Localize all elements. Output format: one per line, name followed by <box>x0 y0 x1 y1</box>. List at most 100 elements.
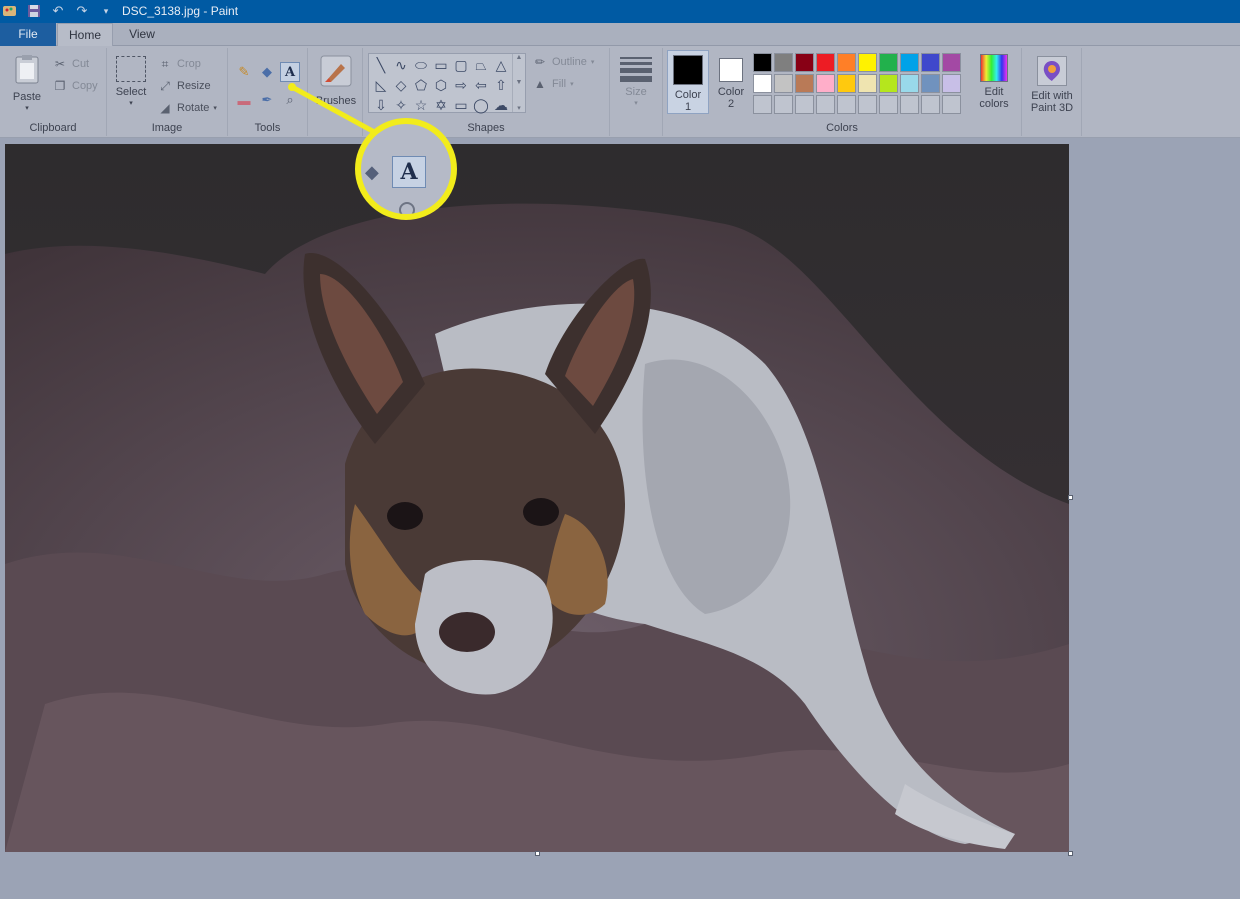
resize-button[interactable]: ⤢ Resize <box>157 78 210 94</box>
paste-button[interactable]: Paste ▾ <box>8 54 46 115</box>
right-arrow-shape-icon[interactable]: ⇨ <box>451 75 471 95</box>
rounded-callout-shape-icon[interactable]: ▭ <box>451 95 471 115</box>
palette-swatch-empty[interactable] <box>753 95 772 114</box>
scroll-up-icon[interactable]: ▲ <box>516 54 523 61</box>
palette-swatch[interactable] <box>795 74 814 93</box>
select-dropdown-icon[interactable]: ▾ <box>113 98 149 110</box>
resize-handle-bottom[interactable] <box>535 851 540 856</box>
text-tool-zoom-callout: ◆ A <box>355 118 457 220</box>
color2-selector[interactable]: Color 2 <box>710 50 752 114</box>
palette-swatch[interactable] <box>921 74 940 93</box>
palette-swatch[interactable] <box>753 74 772 93</box>
palette-swatch[interactable] <box>858 74 877 93</box>
expand-gallery-icon[interactable]: ▾ <box>517 104 521 112</box>
right-triangle-shape-icon[interactable]: ◺ <box>371 75 391 95</box>
palette-swatch[interactable] <box>795 53 814 72</box>
palette-swatch[interactable] <box>942 74 961 93</box>
paste-dropdown-icon[interactable]: ▾ <box>8 103 46 115</box>
palette-swatch[interactable] <box>816 74 835 93</box>
outline-button[interactable]: ✏ Outline ▾ <box>532 54 594 70</box>
color1-swatch <box>673 55 703 85</box>
palette-swatch[interactable] <box>837 74 856 93</box>
color-picker-icon[interactable]: ✒ <box>257 90 277 110</box>
paint-app-icon[interactable] <box>2 3 18 19</box>
customize-quick-access-icon[interactable]: ▾ <box>98 3 114 19</box>
cut-button[interactable]: ✂ Cut <box>52 56 89 72</box>
edit-colors-label-1: Edit <box>984 86 1004 98</box>
palette-swatch[interactable] <box>879 74 898 93</box>
color1-selector[interactable]: Color 1 <box>667 50 709 114</box>
palette-swatch[interactable] <box>816 53 835 72</box>
eraser-icon[interactable]: ▬ <box>234 90 254 110</box>
save-icon[interactable] <box>26 3 42 19</box>
cloud-callout-shape-icon[interactable]: ☁ <box>491 95 511 115</box>
six-point-star-shape-icon[interactable]: ✡ <box>431 95 451 115</box>
resize-handle-right[interactable] <box>1068 495 1073 500</box>
size-button[interactable]: Size ▾ <box>616 54 656 110</box>
up-arrow-shape-icon[interactable]: ⇧ <box>491 75 511 95</box>
tab-view[interactable]: View <box>114 23 170 46</box>
text-tool-icon[interactable]: A <box>280 62 300 82</box>
copy-button[interactable]: ❐ Copy <box>52 78 98 94</box>
tab-file[interactable]: File <box>0 23 56 46</box>
palette-swatch[interactable] <box>879 53 898 72</box>
down-arrow-shape-icon[interactable]: ⇩ <box>371 95 391 115</box>
palette-swatch[interactable] <box>900 53 919 72</box>
palette-swatch[interactable] <box>900 74 919 93</box>
cut-label: Cut <box>72 58 90 70</box>
edit-colors-button[interactable]: Edit colors <box>974 54 1014 110</box>
size-group: Size ▾ <box>610 48 663 136</box>
edit-with-paint3d-button[interactable]: Edit with Paint 3D <box>1024 56 1080 114</box>
left-arrow-shape-icon[interactable]: ⇦ <box>471 75 491 95</box>
undo-icon[interactable]: ↶ <box>50 3 66 19</box>
palette-swatch-empty[interactable] <box>795 95 814 114</box>
tab-home[interactable]: Home <box>57 23 113 46</box>
rounded-rectangle-shape-icon[interactable]: ▢ <box>451 55 471 75</box>
pencil-icon[interactable]: ✎ <box>234 62 254 82</box>
brushes-dropdown-icon: ▾ <box>334 109 338 116</box>
palette-swatch[interactable] <box>942 53 961 72</box>
palette-swatch-empty[interactable] <box>942 95 961 114</box>
palette-swatch[interactable] <box>753 53 772 72</box>
redo-icon[interactable]: ↷ <box>74 3 90 19</box>
oval-shape-icon[interactable]: ⬭ <box>411 55 431 75</box>
palette-swatch-empty[interactable] <box>816 95 835 114</box>
fill-bucket-icon[interactable]: ◆ <box>257 62 277 82</box>
rotate-button[interactable]: ◢ Rotate ▾ <box>157 100 217 116</box>
pentagon-shape-icon[interactable]: ⬠ <box>411 75 431 95</box>
shapes-scrollbar[interactable]: ▲ ▼ ▾ <box>512 54 525 112</box>
color1-number: 1 <box>684 101 692 113</box>
line-shape-icon[interactable]: ╲ <box>371 55 391 75</box>
diamond-shape-icon[interactable]: ◇ <box>391 75 411 95</box>
hexagon-shape-icon[interactable]: ⬡ <box>431 75 451 95</box>
curve-shape-icon[interactable]: ∿ <box>391 55 411 75</box>
magnifier-icon[interactable]: ⌕ <box>280 90 300 110</box>
scroll-down-icon[interactable]: ▼ <box>516 79 523 86</box>
four-point-star-shape-icon[interactable]: ✧ <box>391 95 411 115</box>
palette-swatch-empty[interactable] <box>858 95 877 114</box>
size-label: Size <box>625 86 647 98</box>
palette-swatch-empty[interactable] <box>900 95 919 114</box>
palette-swatch[interactable] <box>921 53 940 72</box>
palette-swatch-empty[interactable] <box>921 95 940 114</box>
palette-swatch-empty[interactable] <box>879 95 898 114</box>
canvas-photo[interactable] <box>5 144 1069 852</box>
triangle-shape-icon[interactable]: △ <box>491 55 511 75</box>
crop-button[interactable]: ⌗ Crop <box>157 56 201 72</box>
resize-handle-corner[interactable] <box>1068 851 1073 856</box>
palette-swatch[interactable] <box>837 53 856 72</box>
palette-swatch[interactable] <box>858 53 877 72</box>
rectangle-shape-icon[interactable]: ▭ <box>431 55 451 75</box>
palette-swatch[interactable] <box>774 74 793 93</box>
select-button[interactable]: Select ▾ <box>113 56 149 110</box>
palette-swatch-empty[interactable] <box>774 95 793 114</box>
palette-swatch-empty[interactable] <box>837 95 856 114</box>
palette-swatch[interactable] <box>774 53 793 72</box>
fill-button[interactable]: ▲ Fill ▾ <box>532 76 574 92</box>
brushes-button[interactable]: Brushes ▾ <box>314 54 358 119</box>
five-point-star-shape-icon[interactable]: ☆ <box>411 95 431 115</box>
shapes-gallery: ╲ ∿ ⬭ ▭ ▢ ⏢ △ ◺ ◇ ⬠ ⬡ ⇨ ⇦ ⇧ ⇩ ✧ ☆ ✡ ▭ ◯ … <box>368 53 526 113</box>
polygon-shape-icon[interactable]: ⏢ <box>471 55 491 75</box>
oval-callout-shape-icon[interactable]: ◯ <box>471 95 491 115</box>
fill-icon: ▲ <box>534 77 546 91</box>
